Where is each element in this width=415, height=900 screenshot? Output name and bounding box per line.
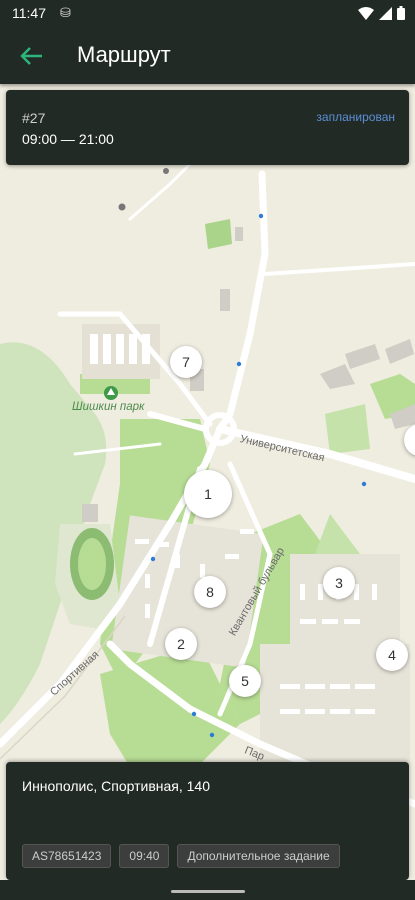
status-time: 11:47 bbox=[12, 5, 46, 21]
sim-icon: ⛁ bbox=[60, 5, 71, 20]
address-card[interactable]: Иннополис, Спортивная, 140 AS78651423 09… bbox=[6, 762, 409, 880]
navigation-bar bbox=[0, 880, 415, 900]
page-title: Маршрут bbox=[77, 42, 171, 67]
chip-order-id: AS78651423 bbox=[22, 844, 112, 868]
park-label: Шишкин парк bbox=[72, 401, 145, 413]
back-arrow-icon[interactable] bbox=[18, 44, 44, 68]
signal-icon bbox=[379, 6, 392, 20]
order-number: #27 bbox=[22, 110, 46, 126]
order-hours: 09:00 — 21:00 bbox=[22, 131, 114, 147]
app-bar: Маршрут bbox=[0, 28, 415, 84]
wifi-icon bbox=[358, 6, 374, 20]
route-marker-1[interactable]: 1 bbox=[184, 470, 232, 518]
status-bar: 11:47 ⛁ bbox=[0, 0, 415, 28]
gesture-handle[interactable] bbox=[171, 890, 245, 893]
order-card[interactable]: #27 09:00 — 21:00 запланирован bbox=[6, 90, 409, 165]
route-marker-2[interactable]: 2 bbox=[165, 628, 197, 660]
route-marker-3[interactable]: 3 bbox=[323, 567, 355, 599]
route-marker-8[interactable]: 8 bbox=[194, 576, 226, 608]
route-marker-4[interactable]: 4 bbox=[376, 639, 408, 671]
order-status: запланирован bbox=[316, 110, 395, 124]
chip-time: 09:40 bbox=[119, 844, 170, 868]
route-marker-7[interactable]: 7 bbox=[170, 346, 202, 378]
battery-icon bbox=[397, 6, 405, 20]
address-text: Иннополис, Спортивная, 140 bbox=[22, 778, 211, 794]
chip-row: AS78651423 09:40 Дополнительное задание bbox=[22, 844, 340, 868]
chip-extra-task: Дополнительное задание bbox=[177, 844, 340, 868]
status-icons bbox=[358, 6, 405, 20]
route-marker-5[interactable]: 5 bbox=[229, 665, 261, 697]
